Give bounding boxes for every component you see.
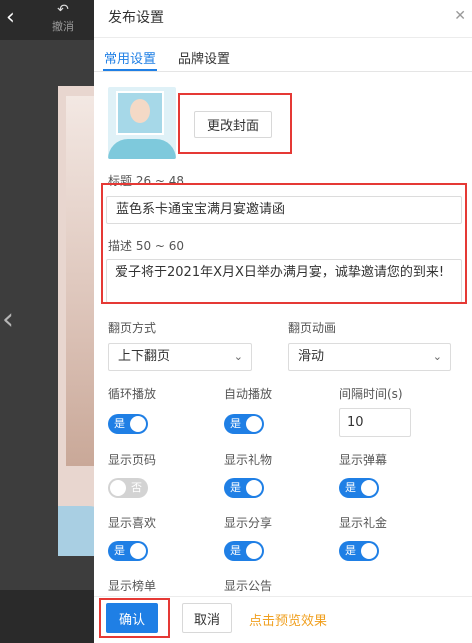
share-label: 显示分享	[224, 516, 273, 530]
toggle-knob	[130, 416, 146, 432]
page-number-toggle[interactable]: 否	[108, 478, 148, 498]
panel-title: 发布设置	[94, 0, 472, 38]
toggle-knob	[130, 543, 146, 559]
cover-thumbnail	[108, 87, 176, 159]
undo-label: 撤消	[52, 20, 74, 33]
page-turn-label: 翻页方式	[108, 321, 157, 335]
barrage-toggle[interactable]: 是	[339, 478, 379, 498]
undo-icon: ↶	[57, 2, 69, 18]
page-animation-value: 滑动	[298, 349, 325, 364]
highlight-box-confirm	[99, 598, 170, 638]
page-turn-value: 上下翻页	[118, 349, 171, 364]
back-icon[interactable]: ‹	[6, 7, 26, 30]
highlight-box-text-fields	[101, 183, 467, 304]
cash-gift-toggle[interactable]: 是	[339, 541, 379, 561]
ranking-label: 显示榜单	[108, 579, 157, 593]
share-toggle[interactable]: 是	[224, 541, 264, 561]
toggle-state: 是	[230, 417, 241, 430]
page-turn-select[interactable]: 上下翻页 ⌄	[108, 343, 252, 371]
preview-link[interactable]: 点击预览效果	[249, 610, 327, 629]
tab-brand-settings[interactable]: 品牌设置	[178, 48, 230, 67]
close-icon[interactable]: ✕	[454, 8, 466, 24]
toggle-knob	[246, 416, 262, 432]
notice-label: 显示公告	[224, 579, 273, 593]
loop-play-label: 循环播放	[108, 387, 157, 401]
toggle-state: 否	[131, 481, 142, 494]
cash-gift-label: 显示礼金	[339, 516, 388, 530]
loop-play-toggle[interactable]: 是	[108, 414, 148, 434]
active-tab-indicator	[103, 69, 157, 71]
toggle-state: 是	[230, 544, 241, 557]
interval-label: 间隔时间(s)	[339, 387, 403, 401]
toggle-knob	[361, 480, 377, 496]
gift-label: 显示礼物	[224, 453, 273, 467]
publish-settings-panel: 发布设置 ✕ 常用设置 品牌设置 更改封面 标题 26 ~ 48 蓝色系卡通宝宝…	[94, 0, 472, 643]
cancel-button[interactable]: 取消	[182, 603, 232, 633]
tab-common-settings[interactable]: 常用设置	[104, 48, 156, 67]
toggle-state: 是	[114, 417, 125, 430]
cover-photo	[130, 99, 150, 123]
autoplay-toggle[interactable]: 是	[224, 414, 264, 434]
panel-footer: 确认 取消 点击预览效果	[94, 596, 472, 643]
gift-toggle[interactable]: 是	[224, 478, 264, 498]
page-animation-label: 翻页动画	[288, 321, 337, 335]
toggle-knob	[246, 480, 262, 496]
chevron-down-icon: ⌄	[432, 350, 442, 363]
settings-tabs: 常用设置 品牌设置	[94, 38, 472, 72]
like-label: 显示喜欢	[108, 516, 157, 530]
page-animation-select[interactable]: 滑动 ⌄	[288, 343, 451, 371]
autoplay-label: 自动播放	[224, 387, 273, 401]
cover-decoration	[108, 139, 176, 159]
toggle-state: 是	[345, 481, 356, 494]
toggle-knob	[246, 543, 262, 559]
toggle-state: 是	[230, 481, 241, 494]
toggle-state: 是	[114, 544, 125, 557]
previous-page-icon[interactable]: ‹	[2, 302, 14, 337]
barrage-label: 显示弹幕	[339, 453, 388, 467]
chevron-down-icon: ⌄	[233, 350, 243, 363]
toggle-knob	[361, 543, 377, 559]
like-toggle[interactable]: 是	[108, 541, 148, 561]
undo-button[interactable]: ↶ 撤消	[44, 2, 82, 34]
page-number-label: 显示页码	[108, 453, 157, 467]
toggle-state: 是	[345, 544, 356, 557]
toggle-knob	[110, 480, 126, 496]
interval-input[interactable]: 10	[339, 408, 411, 437]
highlight-box-cover	[178, 93, 292, 154]
